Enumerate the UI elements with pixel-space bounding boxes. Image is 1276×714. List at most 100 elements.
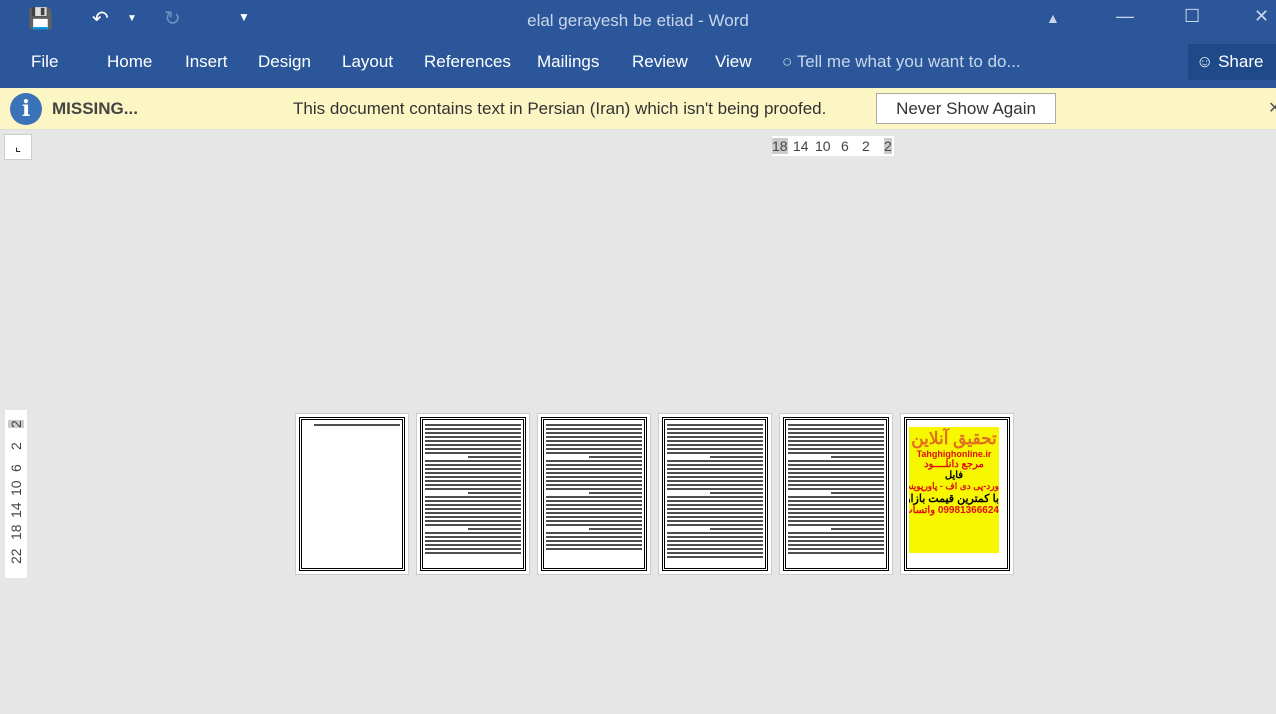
text-line xyxy=(831,456,884,458)
vertical-ruler[interactable]: 22 18 14 10 6 2 2 xyxy=(5,410,27,578)
page-thumbnail[interactable] xyxy=(416,413,530,575)
ad-site: Tahghighonline.ir xyxy=(916,449,992,459)
text-line xyxy=(546,508,642,510)
text-line xyxy=(425,544,521,546)
text-line xyxy=(788,540,884,542)
text-line xyxy=(425,500,521,502)
text-line xyxy=(788,464,884,466)
text-line xyxy=(546,476,642,478)
text-line xyxy=(546,496,642,498)
text-line xyxy=(710,528,763,530)
text-line xyxy=(425,432,521,434)
text-line xyxy=(667,516,763,518)
text-line xyxy=(546,504,642,506)
text-line xyxy=(788,428,884,430)
ruler-tick: 6 xyxy=(8,464,24,472)
ruler-tick: 18 xyxy=(772,138,788,154)
page-thumbnail[interactable] xyxy=(779,413,893,575)
text-line xyxy=(425,452,521,454)
text-line xyxy=(667,536,763,538)
text-line xyxy=(667,508,763,510)
text-line xyxy=(667,484,763,486)
tab-home[interactable]: Home xyxy=(107,52,152,72)
text-line xyxy=(546,500,642,502)
ad-line: فایل xyxy=(944,470,964,481)
text-line xyxy=(788,512,884,514)
text-line xyxy=(667,524,763,526)
text-line xyxy=(788,508,884,510)
text-line xyxy=(425,508,521,510)
text-line xyxy=(468,528,521,530)
text-line xyxy=(788,452,884,454)
tab-insert[interactable]: Insert xyxy=(185,52,228,72)
text-line xyxy=(788,536,884,538)
text-line xyxy=(546,464,642,466)
text-line xyxy=(589,456,642,458)
page-thumbnail[interactable] xyxy=(295,413,409,575)
page-thumbnail[interactable] xyxy=(537,413,651,575)
text-line xyxy=(788,516,884,518)
title-bar: 💾 ↶ ▼ ↻ ▼ elal gerayesh be etiad - Word … xyxy=(0,0,1276,88)
ruler-tick: 22 xyxy=(8,548,24,564)
text-line xyxy=(667,504,763,506)
ruler-tick: 2 xyxy=(862,138,870,154)
text-line xyxy=(425,428,521,430)
horizontal-ruler[interactable]: 18 14 10 6 2 2 xyxy=(772,136,894,156)
tell-me-search[interactable]: ○ Tell me what you want to do... xyxy=(782,52,1021,72)
text-line xyxy=(425,520,521,522)
ruler-tick: 10 xyxy=(815,138,831,154)
tab-design[interactable]: Design xyxy=(258,52,311,72)
text-line xyxy=(667,436,763,438)
page-thumbnail[interactable] xyxy=(658,413,772,575)
text-line xyxy=(425,552,521,554)
text-line xyxy=(546,448,642,450)
text-line xyxy=(667,532,763,534)
tab-review[interactable]: Review xyxy=(632,52,688,72)
text-line xyxy=(425,460,521,462)
text-line xyxy=(546,488,642,490)
tab-selector[interactable]: ⌞ xyxy=(4,134,32,160)
tab-layout[interactable]: Layout xyxy=(342,52,393,72)
ruler-tick: 6 xyxy=(841,138,849,154)
text-line xyxy=(313,424,400,426)
text-line xyxy=(546,524,642,526)
text-line xyxy=(788,436,884,438)
message-bar: i MISSING... This document contains text… xyxy=(0,88,1276,130)
tab-view[interactable]: View xyxy=(715,52,752,72)
lightbulb-icon: ○ xyxy=(782,52,793,71)
text-line xyxy=(667,520,763,522)
message-title: MISSING... xyxy=(52,99,138,118)
person-add-icon: ☺ xyxy=(1196,52,1214,71)
text-line xyxy=(667,552,763,554)
close-button[interactable]: ✕ xyxy=(1254,6,1269,27)
ad-line: ورد-پی دی اف - پاورپوینت xyxy=(909,481,999,491)
never-show-again-button[interactable]: Never Show Again xyxy=(876,93,1056,124)
advertisement-image: تحقیق آنلاین Tahghighonline.ir مرجع دانل… xyxy=(909,427,999,553)
text-line xyxy=(788,500,884,502)
text-line xyxy=(546,460,642,462)
text-line xyxy=(546,540,642,542)
text-line xyxy=(425,440,521,442)
text-line xyxy=(425,512,521,514)
minimize-button[interactable]: — xyxy=(1116,6,1134,27)
ribbon-display-icon[interactable]: ▲ xyxy=(1046,10,1060,26)
text-line xyxy=(667,480,763,482)
text-line xyxy=(425,448,521,450)
text-line xyxy=(788,432,884,434)
text-line xyxy=(425,536,521,538)
share-button[interactable]: ☺ Share xyxy=(1188,44,1276,80)
maximize-button[interactable]: ☐ xyxy=(1184,6,1200,27)
tab-references[interactable]: References xyxy=(424,52,511,72)
close-message-icon[interactable]: ✕ xyxy=(1268,98,1276,118)
tab-mailings[interactable]: Mailings xyxy=(537,52,599,72)
page-thumbnail-ad[interactable]: تحقیق آنلاین Tahghighonline.ir مرجع دانل… xyxy=(900,413,1014,575)
text-line xyxy=(831,528,884,530)
text-line xyxy=(667,448,763,450)
tab-file[interactable]: File xyxy=(31,52,58,72)
text-line xyxy=(788,484,884,486)
tell-me-placeholder: Tell me what you want to do... xyxy=(796,52,1021,71)
text-line xyxy=(667,460,763,462)
ruler-tick: 18 xyxy=(8,524,24,540)
text-line xyxy=(546,548,642,550)
text-line xyxy=(546,452,642,454)
